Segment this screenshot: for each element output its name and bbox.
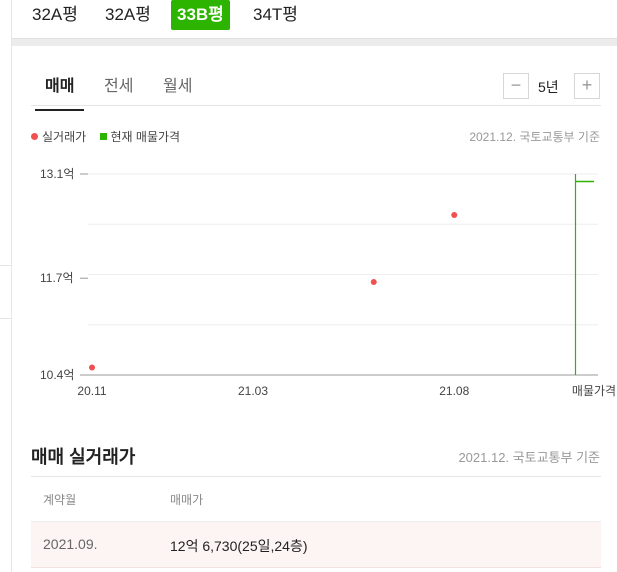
tab-monthly-rent[interactable]: 월세: [163, 72, 192, 96]
legend-actual: 실거래가: [31, 128, 86, 145]
legend-actual-marker: [31, 133, 38, 140]
period-label: 5년: [538, 79, 559, 95]
y-tick-label: 13.1억: [40, 167, 74, 181]
table-header: 계약월 매매가: [31, 477, 601, 522]
x-tick-label: 20.11: [77, 384, 106, 398]
deal-point: [451, 211, 458, 218]
type-tab-32a-1[interactable]: 32A평: [26, 0, 84, 30]
legend-current-marker: [99, 133, 107, 140]
x-tick-label: 21.03: [238, 384, 268, 398]
period-decrease-button[interactable]: −: [503, 73, 529, 99]
table-row[interactable]: 2021.09. 12억 6,730(25일,24층): [31, 522, 601, 568]
tab-sale[interactable]: 매매: [34, 72, 86, 111]
period-increase-button[interactable]: +: [574, 73, 600, 99]
x-tick-label: 21.08: [439, 384, 469, 398]
header-date: 계약월: [43, 493, 77, 507]
header-price: 매매가: [170, 493, 204, 507]
legend-current: 현재 매물가격: [99, 128, 181, 145]
tab-jeonse[interactable]: 전세: [104, 72, 133, 96]
row-date: 2021.09.: [43, 536, 98, 552]
legend-actual-label: 실거래가: [42, 130, 87, 144]
legend-current-label: 현재 매물가격: [110, 130, 181, 144]
area-type-tabs: 32A평 32A평 33B평 34T평: [12, 0, 617, 38]
type-tab-33b[interactable]: 33B평: [171, 0, 230, 30]
sale-history-source: 2021.12. 국토교통부 기준: [458, 450, 600, 465]
y-tick-label: 10.4억: [40, 368, 74, 382]
deal-point: [370, 278, 377, 285]
section-separator: [12, 38, 617, 46]
x-tick-label: 매물가격: [572, 384, 616, 398]
type-tab-32a-2[interactable]: 32A평: [99, 0, 157, 30]
sale-history-title: 매매 실거래가: [31, 447, 136, 467]
deal-point: [89, 364, 95, 371]
sale-history-table: 계약월 매매가 2021.09. 12억 6,730(25일,24층): [31, 476, 601, 568]
type-tab-34t[interactable]: 34T평: [247, 0, 304, 30]
price-chart: 13.1억 11.7억 10.4억20.11 21.03 21.08 매물가격: [40, 167, 616, 398]
row-price: 12억 6,730(25일,24층): [170, 538, 308, 554]
y-tick-label: 11.7억: [40, 271, 74, 285]
chart-source: 2021.12. 국토교통부 기준: [469, 130, 600, 144]
chart-legend: 실거래가 현재 매물가격: [31, 128, 190, 145]
